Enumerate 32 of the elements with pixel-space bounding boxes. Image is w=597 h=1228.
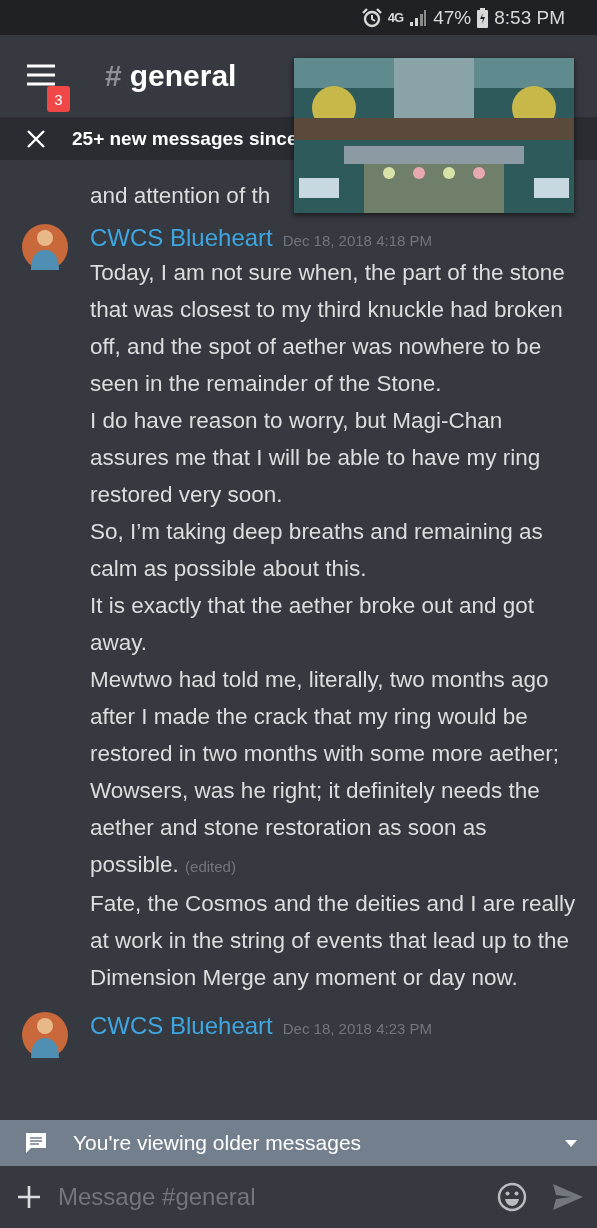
channel-title: general — [129, 59, 237, 93]
message-text: Fate, the Cosmos and the deities and I are really at work in the string of events that lead up to the Dimension Merge any moment or day now. — [90, 890, 577, 992]
message-text: I do have reason to worry, but Magi-Chan assures me that I will be able to have my ring restored very soon. — [90, 407, 542, 509]
message-text: So, I’m taking deep breaths and remaining as calm as possible about this. — [90, 518, 544, 583]
author-name[interactable]: CWCS Blueheart — [90, 1012, 273, 1040]
message-input[interactable]: Message #general — [58, 1183, 497, 1211]
message-text: It is exactly that the aether broke out and got away. — [90, 592, 536, 657]
add-icon[interactable] — [18, 1186, 40, 1208]
close-button[interactable] — [27, 129, 45, 148]
older-messages-text: You're viewing older messages — [73, 1131, 363, 1155]
message-text: and attention of th — [90, 182, 272, 210]
clock-time: 8:53 PM — [494, 6, 565, 29]
send-icon[interactable] — [553, 1184, 583, 1210]
caret-icon[interactable] — [565, 1139, 577, 1147]
emoji-icon[interactable] — [497, 1182, 527, 1212]
author-name[interactable]: CWCS Blueheart — [90, 224, 273, 252]
menu-icon[interactable] — [27, 64, 55, 86]
avatar[interactable] — [22, 1012, 68, 1058]
timestamp: Dec 18, 2018 4:23 PM — [282, 1020, 432, 1037]
avatar[interactable] — [22, 224, 68, 270]
message-text: Mewtwo had told me, literally, two months ago after I made the crack that my ring would be restored in two months with some more aether; Wowsers, was he right; it definitely needs the aether and stone restoration as soon as possible. (edited) — [90, 666, 560, 879]
network-type: 4G — [387, 10, 404, 25]
channel-hash: # — [105, 59, 122, 93]
message-text: Today, I am not sure when, the part of the stone that was closest to my third knuckle had broken off, and the spot of aether was nowhere to be seen in the remainder of the Stone. — [90, 259, 566, 398]
alarm-icon — [361, 7, 382, 28]
unread-badge: 3 — [47, 86, 70, 112]
chat-icon — [24, 1131, 48, 1155]
battery-icon — [477, 7, 489, 28]
timestamp: Dec 18, 2018 4:18 PM — [282, 232, 432, 249]
close-icon — [27, 129, 45, 148]
signal-icon — [409, 8, 428, 27]
battery-level: 47% — [433, 6, 472, 29]
